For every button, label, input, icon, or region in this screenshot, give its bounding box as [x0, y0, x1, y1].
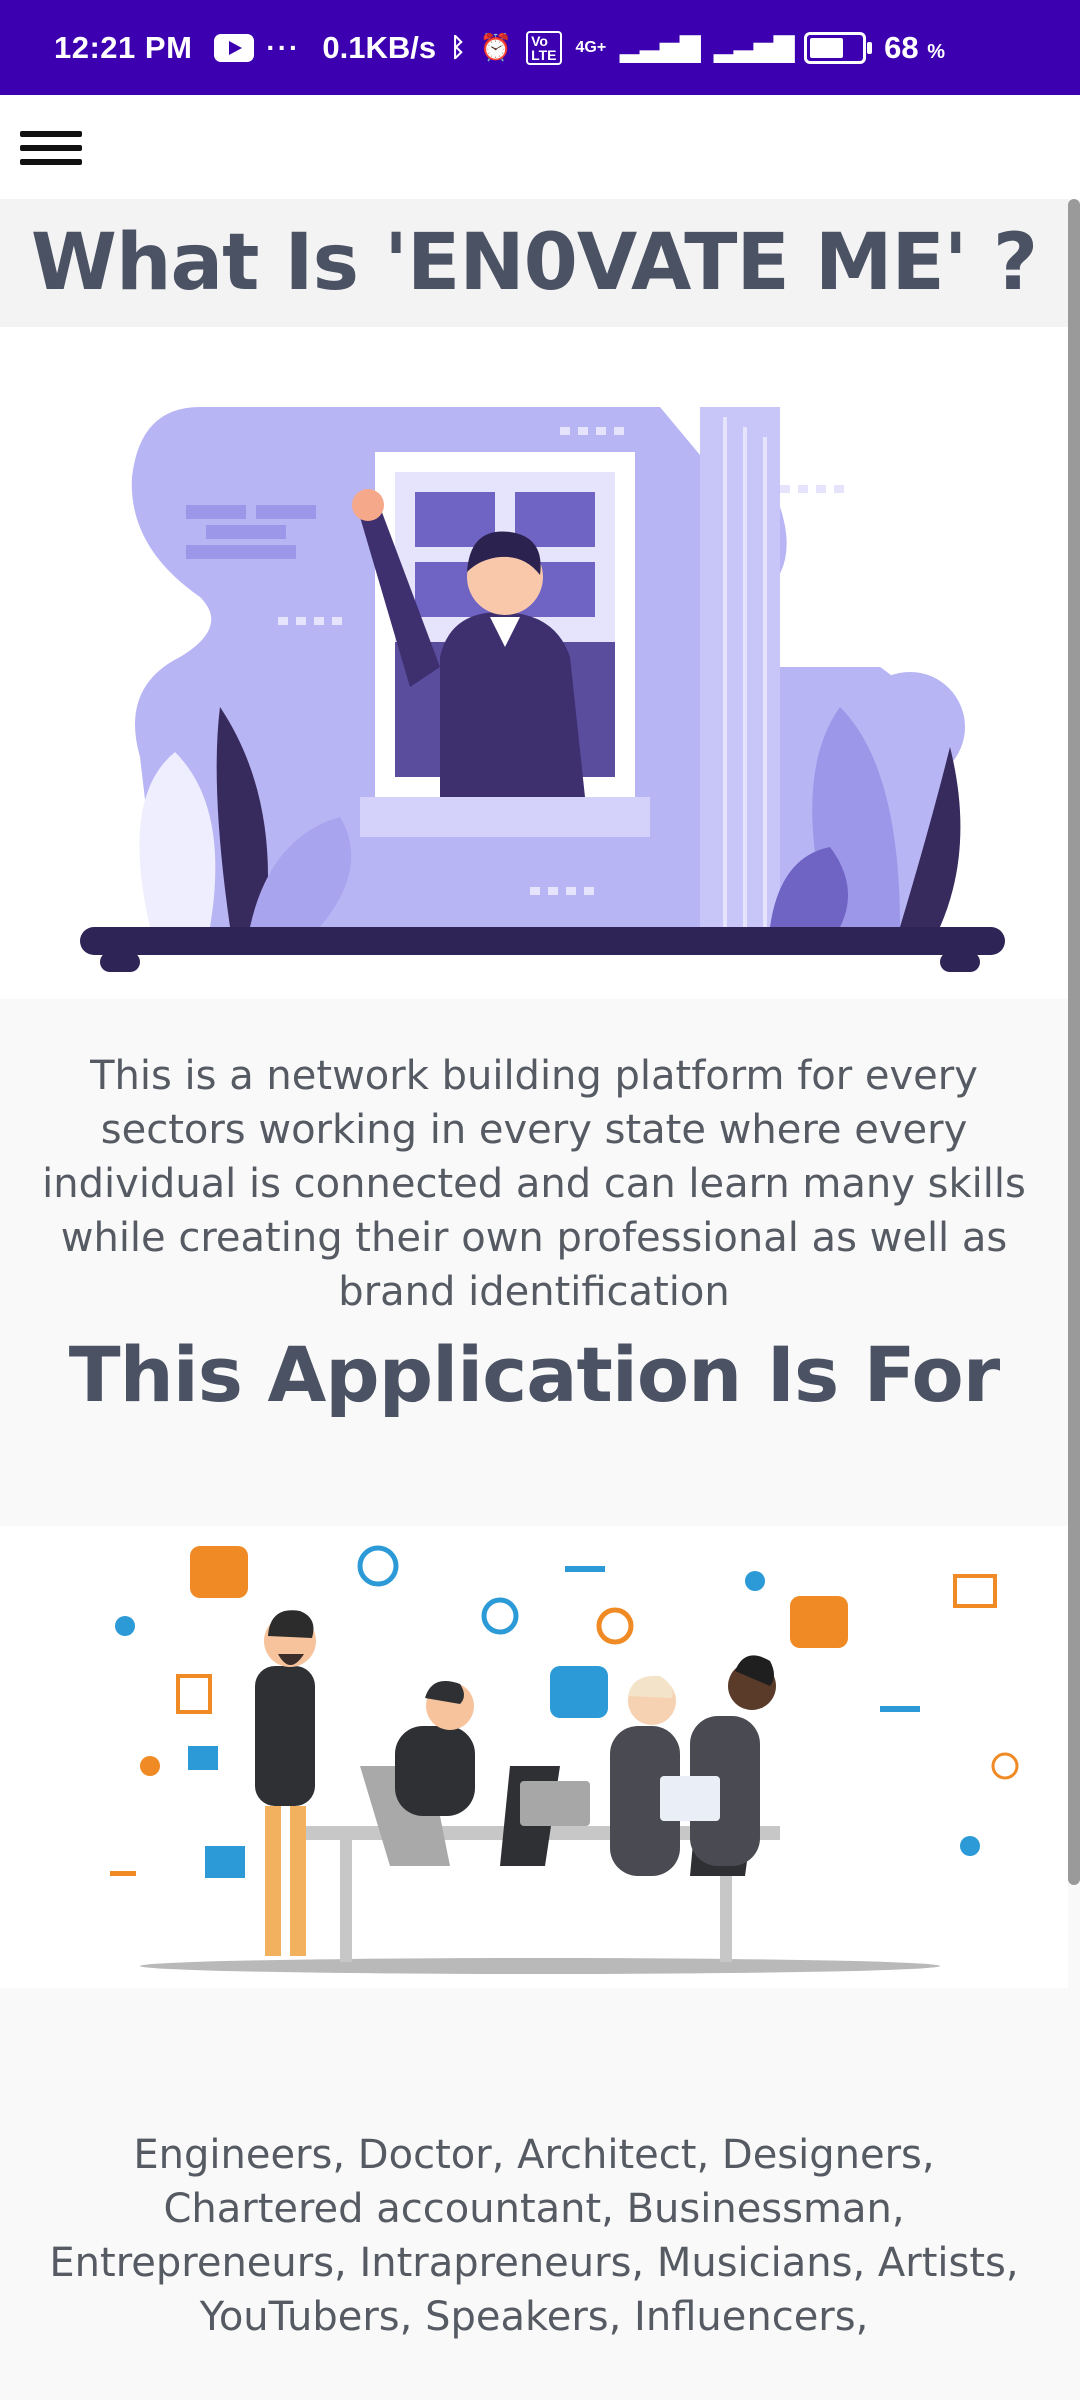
- bluetooth-icon: ᛒ: [450, 32, 466, 62]
- battery-percent: 68 %: [884, 29, 946, 65]
- signal-icon-1: ▂▃▅▇: [620, 32, 701, 62]
- hero-illustration: [0, 327, 1068, 999]
- business-meeting-illustration: [110, 1545, 1019, 1974]
- more-notifications-icon: ···: [266, 31, 301, 63]
- battery-fill: [810, 37, 843, 58]
- signal-icon-2: ▂▃▅▇: [714, 32, 795, 62]
- battery-icon: [804, 31, 873, 64]
- youtube-notification-icon: [214, 33, 255, 62]
- volte-icon: Vo LTE: [526, 30, 562, 65]
- scrollbar[interactable]: [1068, 199, 1080, 1885]
- man-waving-window-illustration: [80, 407, 1005, 972]
- main-content[interactable]: What Is 'EN0VATE ME' ? This is a network…: [0, 199, 1068, 2344]
- page-title: What Is 'EN0VATE ME' ?: [30, 218, 1038, 308]
- network-speed: 0.1KB/s: [322, 29, 437, 65]
- audience-text: Engineers, Doctor, Architect, Designers,…: [0, 1988, 1068, 2344]
- description-text: This is a network building platform for …: [0, 999, 1068, 1315]
- alarm-icon: ⏰: [479, 32, 513, 62]
- status-time: 12:21 PM: [54, 29, 193, 65]
- title-band: What Is 'EN0VATE ME' ?: [0, 199, 1068, 327]
- section-title: This Application Is For: [68, 1329, 1000, 1419]
- status-bar: 12:21 PM ··· 0.1KB/s ᛒ ⏰ Vo LTE 4G+ ▂▃▅▇ …: [0, 0, 1080, 95]
- hamburger-menu-icon[interactable]: [18, 123, 84, 173]
- team-meeting-illustration: [0, 1526, 1068, 1988]
- status-icons: ᛒ ⏰ Vo LTE 4G+ ▂▃▅▇ ▂▃▅▇: [450, 30, 795, 65]
- network-type: 4G+: [575, 38, 607, 56]
- app-bar: [0, 95, 1080, 199]
